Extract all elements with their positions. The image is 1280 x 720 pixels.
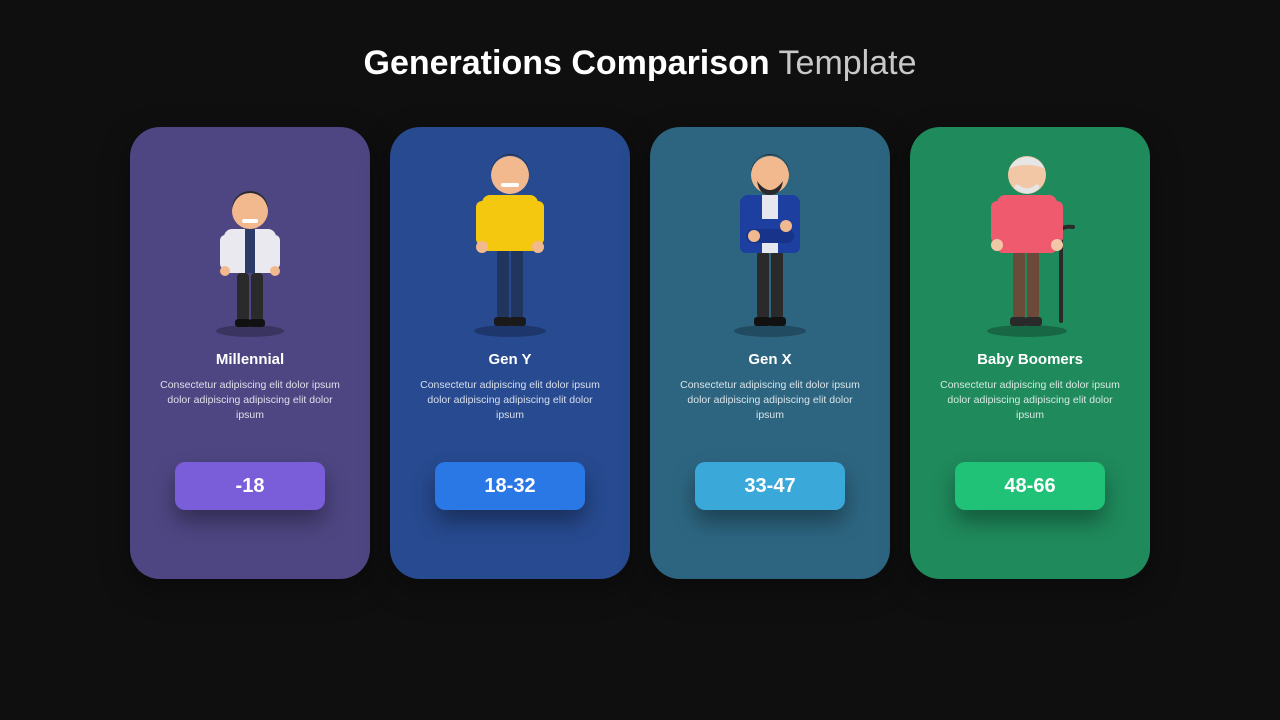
- card-desc: Consectetur adipiscing elit dolor ipsum …: [934, 378, 1126, 440]
- card-gen-y: Gen Y Consectetur adipiscing elit dolor …: [390, 127, 630, 579]
- card-title: Gen X: [748, 351, 791, 368]
- title-rest: Template: [770, 44, 917, 82]
- card-millennial: Millennial Consectetur adipiscing elit d…: [130, 127, 370, 579]
- age-chip: 48-66: [955, 462, 1105, 510]
- card-title: Baby Boomers: [977, 351, 1083, 368]
- age-chip: 33-47: [695, 462, 845, 510]
- age-chip: 18-32: [435, 462, 585, 510]
- title-bold: Generations Comparison: [364, 44, 770, 82]
- person-senior-icon: [934, 127, 1126, 347]
- cards-row: Millennial Consectetur adipiscing elit d…: [0, 127, 1280, 579]
- card-baby-boomers: Baby Boomers Consectetur adipiscing elit…: [910, 127, 1150, 579]
- card-title: Millennial: [216, 351, 284, 368]
- card-desc: Consectetur adipiscing elit dolor ipsum …: [154, 378, 346, 440]
- card-title: Gen Y: [488, 351, 531, 368]
- person-young-adult-icon: [414, 127, 606, 347]
- card-desc: Consectetur adipiscing elit dolor ipsum …: [414, 378, 606, 440]
- person-adult-icon: [674, 127, 866, 347]
- person-kid-icon: [154, 127, 346, 347]
- card-desc: Consectetur adipiscing elit dolor ipsum …: [674, 378, 866, 440]
- age-chip: -18: [175, 462, 325, 510]
- page-title: Generations Comparison Template: [0, 0, 1280, 83]
- card-gen-x: Gen X Consectetur adipiscing elit dolor …: [650, 127, 890, 579]
